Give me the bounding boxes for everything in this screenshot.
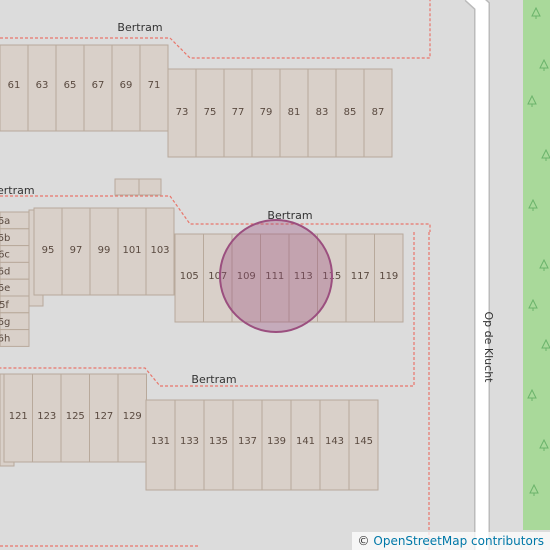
house-number-label: 133 bbox=[180, 436, 199, 447]
house-number-label: 97 bbox=[70, 245, 83, 256]
unit-number-label: 6b bbox=[0, 233, 10, 244]
street-label-bertram-left: Bertram bbox=[0, 184, 35, 197]
copyright-symbol: © bbox=[357, 534, 370, 548]
house-number-label: 73 bbox=[176, 107, 189, 118]
unit-number-label: 6a bbox=[0, 216, 10, 227]
house-number-label: 69 bbox=[120, 80, 133, 91]
house-number-label: 139 bbox=[267, 436, 286, 447]
house-number-label: 119 bbox=[379, 271, 398, 282]
house-number-label: 143 bbox=[325, 436, 344, 447]
unit-number-label: 6h bbox=[0, 334, 10, 345]
house-number-label: 145 bbox=[354, 436, 373, 447]
map-attribution: © OpenStreetMap contributors bbox=[351, 532, 550, 550]
house-number-label: 85 bbox=[344, 107, 357, 118]
house-number-label: 127 bbox=[94, 411, 113, 422]
house-number-label: 81 bbox=[288, 107, 301, 118]
street-label-bertram-top: Bertram bbox=[117, 21, 162, 34]
house-number-label: 131 bbox=[151, 436, 170, 447]
house-number-label: 67 bbox=[92, 80, 105, 91]
house-number-label: 95 bbox=[42, 245, 55, 256]
house-number-label: 63 bbox=[36, 80, 49, 91]
house-number-label: 77 bbox=[232, 107, 245, 118]
house-number-label: 123 bbox=[37, 411, 56, 422]
house-number-label: 99 bbox=[98, 245, 111, 256]
unit-number-label: 6e bbox=[0, 283, 10, 294]
house-number-label: 125 bbox=[66, 411, 85, 422]
unit-number-label: 6c bbox=[0, 250, 10, 261]
shed bbox=[114, 178, 140, 196]
road-op-de-klucht bbox=[465, 0, 489, 550]
street-label-bertram-bottom: Bertram bbox=[191, 373, 236, 386]
location-marker-circle[interactable] bbox=[219, 219, 333, 333]
street-label-op-de-klucht: Op de Klucht bbox=[482, 312, 495, 384]
unit-number-label: 6g bbox=[0, 317, 10, 328]
house-number-label: 129 bbox=[123, 411, 142, 422]
house-number-label: 75 bbox=[204, 107, 217, 118]
shed bbox=[138, 178, 162, 196]
house-number-label: 137 bbox=[238, 436, 257, 447]
unit-number-label: 5f bbox=[0, 300, 9, 311]
house-number-label: 101 bbox=[122, 245, 141, 256]
unit-number-label: 6d bbox=[0, 266, 10, 277]
house-number-label: 105 bbox=[180, 271, 199, 282]
house-number-label: 79 bbox=[260, 107, 273, 118]
house-number-label: 61 bbox=[8, 80, 21, 91]
house-number-label: 117 bbox=[351, 271, 370, 282]
buildings bbox=[0, 44, 404, 491]
house-number-label: 83 bbox=[316, 107, 329, 118]
house-number-label: 87 bbox=[372, 107, 385, 118]
house-number-label: 141 bbox=[296, 436, 315, 447]
house-number-label: 71 bbox=[148, 80, 161, 91]
map-layer: 61 63 65 67 69 71 73 75 77 79 81 83 85 87 95 97 99 101 103… bbox=[0, 0, 550, 550]
house-number-label: 121 bbox=[9, 411, 28, 422]
attribution-link[interactable]: OpenStreetMap contributors bbox=[373, 534, 544, 548]
house-number-label: 65 bbox=[64, 80, 77, 91]
house-number-label: 103 bbox=[150, 245, 169, 256]
map-canvas[interactable]: 61 63 65 67 69 71 73 75 77 79 81 83 85 87 95 97 99 101 103… bbox=[0, 0, 550, 550]
house-number-label: 135 bbox=[209, 436, 228, 447]
